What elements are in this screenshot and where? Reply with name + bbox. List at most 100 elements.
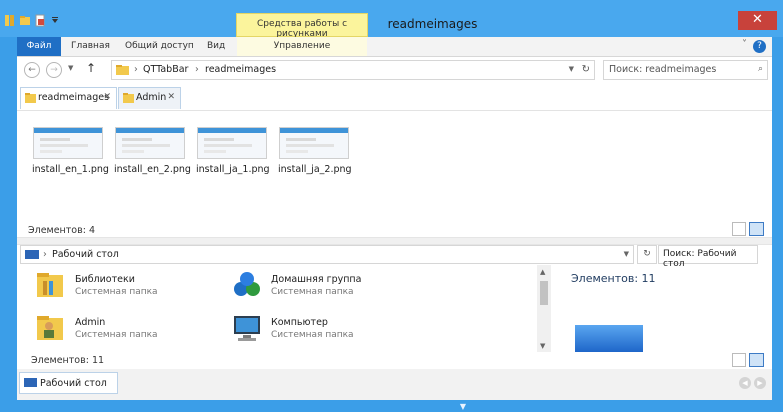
tab-scroll-left-icon[interactable]: ◀: [739, 377, 751, 389]
file-item[interactable]: install_ja_2.png: [278, 127, 352, 175]
secondary-view-switcher: [732, 353, 766, 367]
thumbnail-image: [115, 127, 185, 159]
tab-home[interactable]: Главная: [71, 37, 110, 56]
libraries-icon: [37, 273, 63, 297]
thumbnail-image: [197, 127, 267, 159]
address-dropdown-icon[interactable]: ▼: [569, 65, 574, 73]
search-placeholder: Поиск: Рабочий стол: [663, 249, 737, 269]
item-name: Компьютер: [271, 317, 328, 328]
explorer-content: ← → ▼ ↑ › QTTabBar › readmeimages ▼ ↻ По…: [17, 57, 772, 400]
file-name: install_en_1.png: [32, 164, 109, 175]
file-name: install_ja_1.png: [196, 164, 270, 175]
search-placeholder: Поиск: readmeimages: [609, 64, 717, 75]
tab-admin[interactable]: Admin ✕: [118, 87, 181, 109]
computer-icon: [234, 316, 260, 341]
thumbnail-image: [33, 127, 103, 159]
address-bar[interactable]: › QTTabBar › readmeimages ▼ ↻: [111, 60, 595, 80]
desktop-icon: [24, 378, 37, 387]
refresh-icon[interactable]: ↻: [582, 64, 590, 75]
window-title: readmeimages: [387, 17, 478, 31]
secondary-status-item-count: Элементов: 11: [31, 355, 105, 366]
secondary-address-bar[interactable]: › Рабочий стол ▼: [20, 245, 634, 264]
details-view-icon[interactable]: [732, 353, 746, 367]
item-description: Системная папка: [75, 330, 158, 340]
large-icons-view-icon[interactable]: [749, 353, 764, 367]
status-item-count: Элементов: 4: [28, 225, 95, 236]
tab-label: Admin: [136, 92, 167, 103]
refresh-icon[interactable]: ↻: [637, 245, 657, 264]
desktop-item-list: Библиотеки Системная папка Домашняя груп…: [27, 267, 537, 347]
tab-view[interactable]: Вид: [207, 37, 225, 56]
list-item-admin[interactable]: Admin Системная папка: [31, 312, 231, 346]
breadcrumb-qttabbar[interactable]: QTTabBar: [143, 64, 188, 75]
qttabbar-tabs: readmeimages ✕ Admin ✕: [17, 84, 772, 111]
secondary-navigation-bar: › Рабочий стол ▼ ↻ Поиск: Рабочий стол: [17, 243, 772, 269]
tab-nav-arrows: ◀ ▶: [736, 377, 766, 389]
vertical-scrollbar[interactable]: ▲ ▼: [537, 265, 551, 352]
close-tab-icon[interactable]: ✕: [103, 92, 111, 102]
list-item-computer[interactable]: Компьютер Системная папка: [227, 312, 427, 346]
folder-icon: [25, 93, 36, 103]
list-item-homegroup[interactable]: Домашняя группа Системная папка: [227, 269, 427, 303]
file-item[interactable]: install_en_2.png: [114, 127, 191, 175]
folder-icon: [116, 65, 129, 75]
close-button[interactable]: ✕: [738, 11, 777, 30]
large-icons-view-icon[interactable]: [749, 222, 764, 236]
thumbnail-image: [279, 127, 349, 159]
item-description: Системная папка: [271, 330, 354, 340]
search-icon[interactable]: ⌕: [758, 64, 763, 74]
item-name: Admin: [75, 317, 106, 328]
preview-item-count: Элементов: 11: [571, 272, 656, 285]
homegroup-icon: [234, 272, 260, 296]
tab-manage[interactable]: Управление: [237, 37, 367, 56]
item-name: Библиотеки: [75, 274, 135, 285]
file-name: install_en_2.png: [114, 164, 191, 175]
file-list: install_en_1.png install_en_2.png instal…: [27, 117, 767, 177]
close-tab-icon[interactable]: ✕: [167, 92, 175, 102]
folder-icon: [123, 93, 134, 103]
scroll-up-icon[interactable]: ▲: [540, 268, 545, 276]
breadcrumb-separator-icon: ›: [195, 64, 199, 75]
forward-button[interactable]: →: [46, 62, 62, 78]
back-button[interactable]: ←: [24, 62, 40, 78]
file-item[interactable]: install_ja_1.png: [196, 127, 270, 175]
desktop-icon: [25, 250, 39, 259]
scrollbar-thumb[interactable]: [540, 281, 548, 305]
preview-image: [575, 325, 643, 352]
bottom-panel-expand-icon[interactable]: ▼: [455, 402, 471, 412]
item-name: Домашняя группа: [271, 274, 362, 285]
file-item[interactable]: install_en_1.png: [32, 127, 109, 175]
secondary-tab-bar: Рабочий стол ◀ ▶: [17, 369, 772, 400]
up-button[interactable]: ↑: [86, 61, 96, 75]
address-dropdown-icon[interactable]: ▼: [624, 250, 629, 258]
item-description: Системная папка: [271, 287, 354, 297]
search-box[interactable]: Поиск: readmeimages ⌕: [603, 60, 768, 80]
scroll-down-icon[interactable]: ▼: [540, 342, 545, 350]
details-view-icon[interactable]: [732, 222, 746, 236]
breadcrumb-readmeimages[interactable]: readmeimages: [205, 64, 276, 75]
preview-pane: Элементов: 11: [557, 267, 772, 352]
title-bar[interactable]: Средства работы с рисунками readmeimages…: [0, 0, 783, 39]
view-switcher: [732, 222, 766, 236]
explorer-window: Средства работы с рисунками readmeimages…: [0, 0, 783, 412]
file-name: install_ja_2.png: [278, 164, 352, 175]
user-folder-icon: [37, 316, 63, 340]
breadcrumb-separator-icon: ›: [134, 64, 138, 75]
breadcrumb-separator-icon: ›: [43, 249, 47, 260]
tab-desktop[interactable]: Рабочий стол: [19, 372, 118, 394]
tab-readmeimages[interactable]: readmeimages ✕: [20, 87, 117, 109]
help-icon[interactable]: ?: [753, 40, 766, 53]
tab-label: Рабочий стол: [40, 378, 107, 389]
item-description: Системная папка: [75, 287, 158, 297]
recent-dropdown-icon[interactable]: ▼: [68, 64, 73, 72]
list-item-libraries[interactable]: Библиотеки Системная папка: [31, 269, 231, 303]
tab-file[interactable]: Файл: [17, 37, 61, 56]
breadcrumb-desktop[interactable]: Рабочий стол: [52, 249, 119, 260]
tab-label: readmeimages: [38, 92, 110, 103]
tab-share[interactable]: Общий доступ: [125, 37, 194, 56]
ribbon-expand-icon[interactable]: ˅: [742, 39, 747, 50]
navigation-bar: ← → ▼ ↑ › QTTabBar › readmeimages ▼ ↻ По…: [17, 57, 772, 83]
ribbon-tab-strip: Файл Главная Общий доступ Вид Управление…: [17, 37, 772, 57]
secondary-search-box[interactable]: Поиск: Рабочий стол: [658, 245, 758, 269]
tab-scroll-right-icon[interactable]: ▶: [754, 377, 766, 389]
